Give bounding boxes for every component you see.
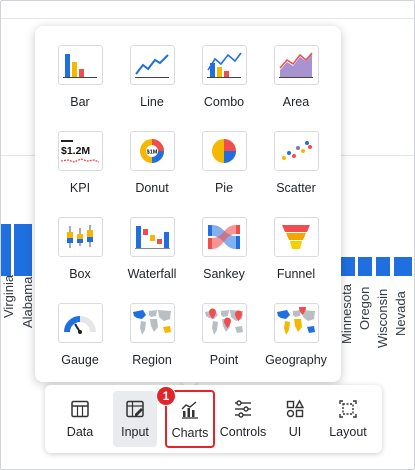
background-gridline	[1, 18, 414, 19]
chart-type-scatter[interactable]: Scatter	[260, 125, 332, 211]
chart-type-label: KPI	[69, 181, 91, 195]
gauge-chart-icon	[57, 303, 103, 343]
step-badge: 1	[156, 386, 176, 406]
scatter-chart-icon	[273, 131, 319, 171]
background-axis-label: Wisconsin	[375, 288, 390, 348]
background-bar	[376, 257, 390, 276]
waterfall-chart-icon	[129, 217, 175, 257]
background-axis-label: Nevada	[393, 291, 408, 336]
charts-icon	[181, 401, 198, 419]
toolbar-label: Data	[66, 425, 94, 439]
chart-type-label: Geography	[265, 353, 327, 367]
toolbar-label: Charts	[171, 426, 209, 440]
toolbar-controls-button[interactable]: Controls	[219, 391, 267, 447]
background-bar	[394, 257, 412, 276]
chart-type-label: Area	[282, 95, 310, 109]
chart-type-label: Bar	[70, 95, 90, 109]
chart-type-label: Line	[140, 95, 164, 109]
combo-chart-icon	[201, 45, 247, 85]
element-toolbar: Data Input Charts Controls UI Layout	[45, 385, 382, 453]
chart-type-label: Waterfall	[127, 267, 177, 281]
chart-type-area[interactable]: Area	[260, 39, 332, 125]
toolbar-label: Input	[121, 425, 149, 439]
chart-type-waterfall[interactable]: Waterfall	[116, 211, 188, 297]
chart-type-label: Scatter	[276, 181, 316, 195]
donut-chart-icon: $1M	[129, 131, 175, 171]
chart-type-point[interactable]: Point	[188, 297, 260, 383]
background-bar	[1, 224, 11, 276]
background-axis-label: Virginia	[1, 274, 16, 318]
chart-type-kpi[interactable]: $1.2M KPI	[44, 125, 116, 211]
chart-type-label: Point	[209, 353, 239, 367]
toolbar-input-button[interactable]: Input	[113, 391, 157, 447]
donut-icon-center: $1M	[147, 150, 158, 156]
geography-map-icon	[273, 303, 319, 343]
chart-type-gauge[interactable]: Gauge	[44, 297, 116, 383]
chart-picker-popover: Bar Line Combo Area $1.2M KPI $1M Donut …	[35, 26, 341, 382]
chart-type-bar[interactable]: Bar	[44, 39, 116, 125]
chart-type-label: Box	[69, 267, 91, 281]
toolbar-data-button[interactable]: Data	[59, 391, 101, 447]
background-axis-label: Oregon	[357, 286, 372, 330]
point-map-icon	[201, 303, 247, 343]
toolbar-label: Layout	[329, 425, 367, 439]
kpi-icon-value: $1.2M	[61, 145, 90, 157]
chart-type-label: Combo	[203, 95, 245, 109]
area-chart-icon	[273, 45, 319, 85]
chart-type-label: Gauge	[61, 353, 99, 367]
toolbar-ui-button[interactable]: UI	[281, 391, 309, 447]
sankey-chart-icon	[201, 217, 247, 257]
kpi-icon: $1.2M	[57, 131, 103, 171]
background-bar	[358, 257, 372, 276]
toolbar-label: UI	[288, 425, 302, 439]
chart-type-funnel[interactable]: Funnel	[260, 211, 332, 297]
chart-type-label: Pie	[214, 181, 234, 195]
layout-icon	[339, 400, 357, 418]
toolbar-layout-button[interactable]: Layout	[325, 391, 371, 447]
region-map-icon	[129, 303, 175, 343]
chart-type-pie[interactable]: Pie	[188, 125, 260, 211]
chart-type-line[interactable]: Line	[116, 39, 188, 125]
background-axis-label: Minnesota	[339, 284, 354, 344]
chart-type-label: Funnel	[276, 267, 316, 281]
background-bar	[14, 224, 32, 276]
background-bar	[341, 257, 355, 276]
chart-type-grid: Bar Line Combo Area $1.2M KPI $1M Donut …	[35, 26, 332, 383]
input-edit-icon	[126, 400, 144, 418]
ui-elements-icon	[286, 399, 305, 418]
bar-chart-icon	[57, 45, 103, 85]
chart-type-box[interactable]: Box	[44, 211, 116, 297]
toolbar-label: Controls	[219, 425, 267, 439]
chart-type-label: Donut	[135, 181, 169, 195]
background-axis-label: Alabama	[20, 276, 35, 328]
sliders-icon	[235, 400, 251, 418]
chart-type-label: Region	[132, 353, 172, 367]
pie-chart-icon	[201, 131, 247, 171]
table-icon	[71, 400, 89, 418]
line-chart-icon	[129, 45, 175, 85]
chart-type-geography[interactable]: Geography	[260, 297, 332, 383]
chart-type-combo[interactable]: Combo	[188, 39, 260, 125]
chart-type-donut[interactable]: $1M Donut	[116, 125, 188, 211]
box-plot-icon	[57, 217, 103, 257]
chart-type-region[interactable]: Region	[116, 297, 188, 383]
chart-type-sankey[interactable]: Sankey	[188, 211, 260, 297]
chart-type-label: Sankey	[203, 267, 245, 281]
funnel-chart-icon	[273, 217, 319, 257]
